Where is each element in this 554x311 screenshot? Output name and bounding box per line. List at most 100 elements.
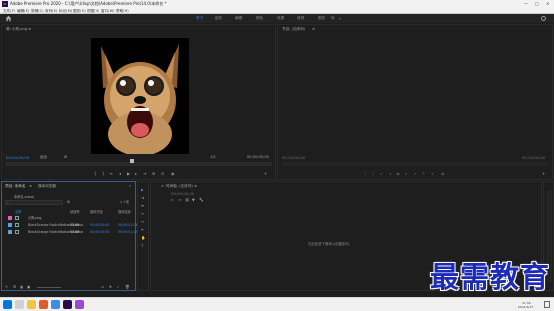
label-color-swatch[interactable] bbox=[8, 230, 12, 234]
program-time-ruler[interactable] bbox=[282, 162, 548, 166]
insert-icon[interactable]: ⊞ bbox=[152, 171, 155, 176]
edge-icon[interactable] bbox=[51, 300, 60, 309]
tab-assembly[interactable]: 组件 bbox=[215, 14, 222, 23]
timeline-settings-icon[interactable]: 🔧 bbox=[199, 198, 203, 202]
step-back-icon[interactable]: ◂ bbox=[119, 171, 121, 176]
step-forward-icon[interactable]: ▸ bbox=[135, 171, 137, 176]
clock-date[interactable]: 2021/6/17 bbox=[518, 305, 533, 309]
tab-editing[interactable]: 编辑 bbox=[235, 14, 242, 23]
zoom-slider[interactable] bbox=[37, 287, 61, 288]
tab-color[interactable]: 颜色 bbox=[256, 14, 263, 23]
pen-tool-icon[interactable]: ✒ bbox=[141, 228, 144, 232]
task-view-icon[interactable] bbox=[15, 300, 24, 309]
go-to-in-icon[interactable]: ⇤ bbox=[380, 171, 383, 176]
go-to-out-icon[interactable]: ⇥ bbox=[413, 171, 416, 176]
column-header-media-start[interactable]: 媒体开始 bbox=[90, 209, 103, 214]
tab-libraries[interactable]: 库 bbox=[331, 14, 335, 23]
ripple-edit-tool-icon[interactable]: ⇹ bbox=[141, 204, 144, 208]
export-frame-icon[interactable]: ◉ bbox=[171, 171, 175, 176]
start-menu-icon[interactable] bbox=[3, 300, 12, 309]
home-icon[interactable] bbox=[5, 15, 12, 22]
timeline-tab[interactable]: 时间轴: (无序列) bbox=[166, 184, 193, 189]
new-bin-icon[interactable]: ▭ bbox=[101, 285, 104, 289]
program-timecode-current[interactable]: 00;00;00;00 bbox=[282, 155, 305, 160]
column-header-fps[interactable]: 帧速率 bbox=[70, 209, 80, 214]
workspaces-overflow-icon[interactable]: » bbox=[339, 14, 341, 23]
tab-graphics[interactable]: 图形 bbox=[318, 14, 325, 23]
add-button-icon[interactable]: + bbox=[542, 171, 545, 176]
nest-toggle-icon[interactable]: ⊂ bbox=[171, 198, 174, 202]
list-item[interactable]: 小狗.png bbox=[6, 215, 134, 221]
go-to-out-icon[interactable]: ⇥ bbox=[143, 171, 146, 176]
source-playhead[interactable] bbox=[130, 159, 134, 163]
trash-icon[interactable]: 🗑 bbox=[125, 285, 130, 289]
search-icon[interactable] bbox=[541, 16, 546, 21]
add-button-icon[interactable]: + bbox=[264, 171, 267, 176]
icon-view-icon[interactable]: ▦ bbox=[20, 285, 23, 289]
panel-menu-icon[interactable]: ≡ bbox=[312, 27, 315, 31]
play-icon[interactable]: ▶ bbox=[127, 171, 130, 176]
tab-audio[interactable]: 音频 bbox=[297, 14, 304, 23]
extract-icon[interactable]: ⊻ bbox=[431, 171, 434, 176]
column-header-media-end[interactable]: 媒体结束 bbox=[118, 209, 131, 214]
settings-wrench-icon[interactable]: ⚙ bbox=[64, 155, 67, 159]
tab-effects[interactable]: 效果 bbox=[277, 14, 284, 23]
add-marker-icon[interactable]: ▼ bbox=[192, 198, 195, 202]
maximize-icon[interactable]: □ bbox=[535, 1, 539, 7]
project-search-input[interactable]: ⌕ bbox=[5, 200, 63, 205]
snap-icon[interactable]: ⊃ bbox=[178, 198, 181, 202]
timeline-timecode[interactable]: 00;00;00;00 bbox=[171, 191, 194, 196]
play-icon[interactable]: ▶ bbox=[397, 171, 400, 176]
fit-dropdown[interactable]: 适合 bbox=[40, 155, 47, 160]
media-browser-tab[interactable]: 媒体浏览器 bbox=[38, 184, 56, 189]
list-item[interactable]: BlackOrange SwitchBottom Anima 30.00 00;… bbox=[6, 222, 137, 228]
step-forward-icon[interactable]: ▸ bbox=[405, 171, 407, 176]
type-tool-icon[interactable]: T bbox=[141, 244, 143, 248]
panel-menu-icon[interactable]: ≡ bbox=[28, 27, 31, 31]
source-timecode-current[interactable]: 00;00;00;00 bbox=[6, 155, 29, 160]
source-tab[interactable]: 源: 小狗.png bbox=[6, 27, 27, 32]
mark-in-icon[interactable]: { bbox=[364, 171, 367, 176]
tabs-overflow-icon[interactable]: » bbox=[129, 184, 131, 188]
list-item[interactable]: BlackOrange SwitchBottom Anima 30.00 00;… bbox=[6, 229, 137, 235]
overwrite-icon[interactable]: ⊟ bbox=[161, 171, 164, 176]
export-frame-icon[interactable]: ◉ bbox=[441, 171, 445, 176]
panel-menu-icon[interactable]: ≡ bbox=[194, 184, 197, 188]
selection-tool-icon[interactable]: ▶ bbox=[141, 188, 144, 192]
close-icon[interactable]: × bbox=[161, 184, 164, 188]
premiere-taskbar-icon[interactable] bbox=[63, 300, 72, 309]
project-tab[interactable]: 项目: 未命名 bbox=[5, 184, 25, 189]
razor-tool-icon[interactable]: ✂ bbox=[141, 212, 144, 216]
lift-icon[interactable]: ⊼ bbox=[422, 171, 425, 176]
mark-out-icon[interactable]: } bbox=[102, 171, 105, 176]
panel-menu-icon[interactable]: ≡ bbox=[29, 184, 32, 188]
filter-bin-icon[interactable]: ⊞ bbox=[67, 200, 70, 204]
pencil-icon[interactable]: ✎ bbox=[5, 285, 8, 289]
minimize-icon[interactable]: — bbox=[524, 1, 528, 7]
go-to-in-icon[interactable]: ⇤ bbox=[110, 171, 113, 176]
step-back-icon[interactable]: ◂ bbox=[389, 171, 391, 176]
label-color-swatch[interactable] bbox=[8, 223, 12, 227]
browser-icon[interactable] bbox=[39, 300, 48, 309]
tab-learn[interactable]: 学习 bbox=[196, 14, 203, 23]
column-header-name[interactable]: 名称 bbox=[15, 209, 21, 214]
notifications-icon[interactable] bbox=[544, 301, 550, 308]
linked-selection-icon[interactable]: ⛓ bbox=[185, 198, 190, 202]
file-explorer-icon[interactable] bbox=[27, 300, 36, 309]
hand-tool-icon[interactable]: ✋ bbox=[141, 236, 145, 240]
new-item-icon[interactable]: ⊕ bbox=[109, 285, 112, 289]
program-transport-controls: { } ⇤ ◂ ▶ ▸ ⇥ ⊼ ⊻ ◉ bbox=[364, 171, 474, 177]
program-tab[interactable]: 节目: (无序列) bbox=[282, 27, 305, 32]
resolution-dropdown[interactable]: 1/2 bbox=[210, 155, 216, 159]
label-color-swatch[interactable] bbox=[8, 216, 12, 220]
freeform-view-icon[interactable]: ▣ bbox=[27, 285, 30, 289]
list-view-icon[interactable]: ☰ bbox=[13, 285, 16, 289]
source-time-ruler[interactable] bbox=[6, 162, 272, 166]
slip-tool-icon[interactable]: ↔ bbox=[141, 220, 144, 224]
find-icon[interactable]: ⌕ bbox=[117, 285, 119, 289]
mark-in-icon[interactable]: { bbox=[94, 171, 97, 176]
close-icon[interactable]: ✕ bbox=[546, 1, 549, 7]
track-select-tool-icon[interactable]: ⇉ bbox=[141, 196, 144, 200]
app-taskbar-icon[interactable] bbox=[75, 300, 84, 309]
mark-out-icon[interactable]: } bbox=[372, 171, 375, 176]
